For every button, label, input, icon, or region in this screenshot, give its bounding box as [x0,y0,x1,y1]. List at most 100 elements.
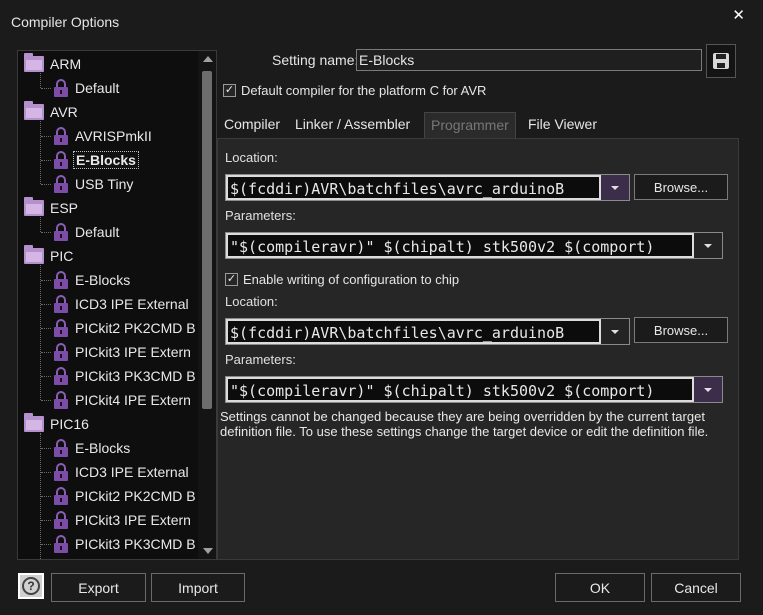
tree-item[interactable]: E-Blocks [53,269,130,291]
folder-icon [24,245,44,264]
config-checkbox[interactable]: ✓ [225,273,238,286]
tree-item[interactable]: PICkit3 PK3CMD B [53,533,196,555]
tab-compiler[interactable]: Compiler [218,112,286,138]
lock-icon [53,343,69,361]
tab-programmer[interactable]: Programmer [424,112,516,138]
tree-item[interactable]: ICD3 IPE External [53,293,189,315]
tree-item[interactable]: PICkit3 IPE Extern [53,509,191,531]
location-dropdown-button[interactable] [601,175,629,200]
lock-icon [53,151,69,169]
location2-combo[interactable]: $(fcddir)AVR\batchfiles\avrc_arduinoB [225,318,630,345]
save-button[interactable] [706,44,736,78]
scroll-down-icon[interactable] [203,548,213,554]
ok-button[interactable]: OK [555,573,645,602]
location-combo[interactable]: $(fcddir)AVR\batchfiles\avrc_arduinoB [225,174,630,201]
tree-item-label: E-Blocks [75,272,131,288]
folder-icon [24,53,44,72]
parameters-value[interactable]: "$(compileravr)" $(chipalt) stk500v2 $(c… [226,233,694,258]
title-bar: Compiler Options ✕ [0,0,763,44]
tree-item[interactable]: PICkit3 IPE Extern [53,341,191,363]
tree-item-label: AVR [50,104,78,120]
tree-item-label: ARM [50,56,82,72]
tree-item-label: E-Blocks [75,440,131,456]
tree-folder-esp[interactable]: ESP [24,197,78,219]
tree-connector [41,400,51,401]
lock-icon [53,463,69,481]
tree-scrollbar[interactable] [198,51,216,559]
override-notice: Settings cannot be changed because they … [220,409,709,439]
tab-linker-assembler[interactable]: Linker / Assembler [289,112,416,138]
window-title: Compiler Options [11,14,120,30]
platform-tree[interactable]: ARM Default AVR AVRISPmkII E-Blocks USB Tiny E… [17,50,217,560]
tree-item[interactable]: PICkit2 PK2CMD B [53,317,196,339]
tree-item[interactable]: Default [53,77,119,99]
lock-icon [53,367,69,385]
setting-name-input[interactable] [356,49,702,71]
default-compiler-checkbox-row[interactable]: ✓ Default compiler for the platform C fo… [223,83,486,98]
chevron-down-icon [611,185,619,190]
default-compiler-label: Default compiler for the platform C for … [241,83,487,98]
tree-connector [41,136,51,137]
tree-item[interactable]: AVRISPmkII [53,125,152,147]
tree-item-label: PICkit2 PK2CMD B [75,320,196,336]
tree-item-label: Default [75,80,120,96]
tab-file-viewer[interactable]: File Viewer [522,112,603,138]
location-label: Location: [225,150,278,165]
tree-item[interactable]: PICkit2 PK2CMD B [53,485,196,507]
import-button[interactable]: Import [151,573,245,602]
tree-connector [41,448,51,449]
parameters-label: Parameters: [225,208,296,223]
lock-icon [53,487,69,505]
tree-item[interactable]: PICkit3 PK3CMD B [53,365,196,387]
close-icon[interactable]: ✕ [732,6,745,24]
config-checkbox-row[interactable]: ✓ Enable writing of configuration to chi… [225,272,459,287]
lock-icon [53,271,69,289]
browse-button[interactable]: Browse... [634,174,728,200]
tree-item[interactable]: USB Tiny [53,173,133,195]
export-button[interactable]: Export [51,573,146,602]
lock-icon [53,223,69,241]
chevron-down-icon [611,329,619,334]
tree-folder-avr[interactable]: AVR [24,101,78,123]
programmer-panel: Location: $(fcddir)AVR\batchfiles\avrc_a… [217,138,739,560]
parameters2-value[interactable]: "$(compileravr)" $(chipalt) stk500v2 $(c… [226,377,694,402]
lock-icon [53,319,69,337]
location2-value[interactable]: $(fcddir)AVR\batchfiles\avrc_arduinoB [226,319,601,344]
tree-item[interactable]: E-Blocks [53,437,130,459]
tree-folder-arm[interactable]: ARM [24,53,81,75]
scroll-thumb[interactable] [202,71,212,409]
floppy-disk-icon [713,53,729,69]
tree-item-label: PIC [50,248,74,264]
config-checkbox-label: Enable writing of configuration to chip [243,272,460,287]
tree-connector [41,328,51,329]
tree-folder-pic[interactable]: PIC [24,245,73,267]
tree-connector [40,433,41,559]
chevron-down-icon [704,387,712,392]
tree-item-label: PICkit3 IPE Extern [75,512,191,528]
folder-icon [24,413,44,432]
location-value[interactable]: $(fcddir)AVR\batchfiles\avrc_arduinoB [226,175,601,200]
tree-connector [41,352,51,353]
tree-item[interactable]: ICD3 IPE External [53,461,189,483]
settings-panel: Setting name: ✓ Default compiler for the… [217,42,739,560]
tree-connector [41,160,51,161]
parameters-combo[interactable]: "$(compileravr)" $(chipalt) stk500v2 $(c… [225,232,723,259]
parameters-dropdown-button[interactable] [694,233,722,258]
cancel-button[interactable]: Cancel [651,573,741,602]
scroll-up-icon[interactable] [203,56,213,62]
help-button[interactable]: ? [18,573,44,599]
folder-icon [24,101,44,120]
chevron-down-icon [704,243,712,248]
tree-item[interactable]: Default [53,221,119,243]
tree-connector [41,520,51,521]
tree-item-label: ICD3 IPE External [75,296,189,312]
tree-item-label: PICkit3 IPE Extern [75,344,191,360]
tree-item[interactable]: PICkit4 IPE Extern [53,389,191,411]
tree-folder-pic16[interactable]: PIC16 [24,413,89,435]
parameters2-combo[interactable]: "$(compileravr)" $(chipalt) stk500v2 $(c… [225,376,723,403]
parameters2-dropdown-button[interactable] [694,377,722,402]
browse2-button[interactable]: Browse... [634,317,728,343]
tree-item[interactable]: E-Blocks [53,149,139,171]
default-compiler-checkbox[interactable]: ✓ [223,84,236,97]
location2-dropdown-button[interactable] [601,319,629,344]
